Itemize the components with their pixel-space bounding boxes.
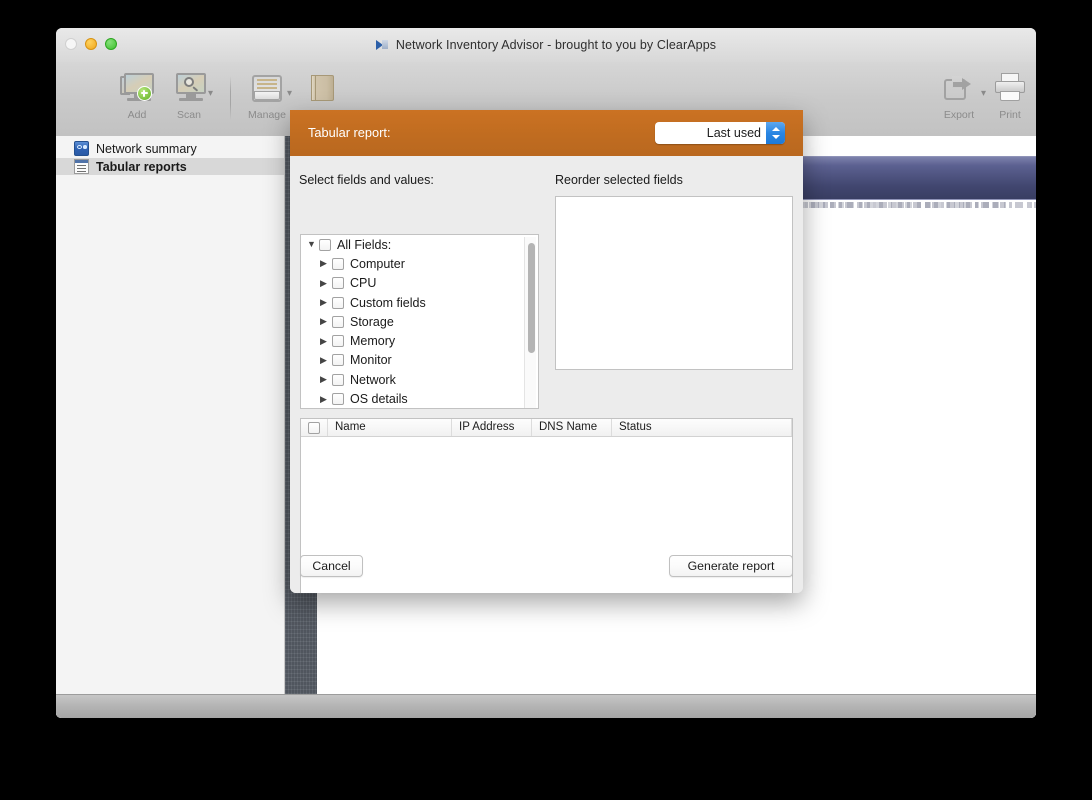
field-checkbox[interactable] — [332, 335, 344, 348]
disclosure-triangle-right-icon[interactable]: ▶ — [320, 259, 332, 268]
window-title: Network Inventory Advisor - brought to y… — [395, 38, 717, 52]
toolbar-label-manage: Manage — [248, 109, 286, 121]
field-label: Storage — [350, 314, 394, 329]
field-tree-row[interactable]: ▶ Memory — [301, 331, 538, 350]
toolbar-label-print: Print — [999, 109, 1021, 121]
results-table-header: Name IP Address DNS Name Status — [301, 419, 792, 437]
field-tree-row[interactable]: ▼ All Fields: — [301, 235, 538, 254]
field-label: CPU — [350, 276, 377, 291]
reorder-fields-label: Reorder selected fields — [555, 173, 683, 187]
sidebar-label-tabular-reports: Tabular reports — [96, 159, 187, 174]
minimize-button[interactable] — [85, 38, 97, 50]
field-tree-row[interactable]: ▶ Network — [301, 370, 538, 389]
report-preset-select[interactable]: Last used — [655, 122, 785, 144]
window-footer-bar — [56, 694, 1036, 718]
field-label: Computer — [350, 256, 405, 271]
toolbar-label-scan: Scan — [177, 109, 201, 121]
results-table-select-all-header[interactable] — [301, 419, 328, 436]
field-checkbox[interactable] — [332, 373, 344, 386]
field-tree-row[interactable]: ▶ Storage — [301, 312, 538, 331]
sidebar-item-network-summary[interactable]: Network summary — [56, 140, 284, 157]
toolbar-label-export: Export — [943, 109, 975, 121]
screen: Network Inventory Advisor - brought to y… — [0, 0, 1092, 800]
field-checkbox[interactable] — [332, 393, 344, 406]
disclosure-triangle-right-icon[interactable]: ▶ — [320, 298, 332, 307]
window-titlebar: Network Inventory Advisor - brought to y… — [56, 28, 1036, 63]
field-tree-row[interactable]: ▶ Monitor — [301, 351, 538, 370]
printer-icon — [994, 73, 1026, 103]
toolbar-button-export[interactable]: Export — [932, 66, 986, 121]
cancel-button[interactable]: Cancel — [300, 555, 363, 577]
network-summary-icon — [74, 141, 89, 156]
field-tree-row[interactable]: ▶ Custom fields — [301, 293, 538, 312]
export-icon — [944, 74, 974, 102]
close-button[interactable] — [65, 38, 77, 50]
select-all-checkbox[interactable] — [308, 421, 320, 434]
window-title-group: Network Inventory Advisor - brought to y… — [56, 28, 1036, 62]
disclosure-triangle-right-icon[interactable]: ▶ — [320, 394, 332, 404]
field-tree-scrollbar-thumb[interactable] — [527, 243, 535, 353]
field-checkbox[interactable] — [332, 257, 344, 270]
field-checkbox[interactable] — [332, 354, 344, 367]
sidebar-label-network-summary: Network summary — [96, 141, 197, 156]
results-table-column-header[interactable]: DNS Name — [532, 419, 612, 436]
sidebar-item-tabular-reports[interactable]: Tabular reports — [56, 158, 284, 175]
flag-icon — [375, 39, 389, 51]
field-checkbox[interactable] — [332, 315, 344, 328]
field-tree-row[interactable]: ▶ Computer — [301, 254, 538, 273]
disclosure-triangle-right-icon[interactable]: ▶ — [320, 375, 332, 384]
sidebar: Network summary Tabular reports — [56, 136, 285, 718]
manage-drawer-icon — [251, 73, 283, 103]
field-tree-row[interactable]: ▶ OS details — [301, 389, 538, 408]
toolbar-button-manage[interactable]: Manage — [240, 66, 294, 121]
field-label: Custom fields — [350, 295, 426, 310]
results-table-column-header[interactable]: Status — [612, 419, 792, 436]
chevron-down-icon-manage[interactable]: ▾ — [287, 88, 292, 99]
disclosure-triangle-right-icon[interactable]: ▶ — [320, 336, 332, 346]
field-tree-rows: ▼ All Fields: ▶ Computer ▶ CPU ▶ Custom fields ▶… — [301, 235, 538, 408]
field-tree-row[interactable]: ▶ CPU — [301, 274, 538, 293]
toolbar-label-add: Add — [127, 109, 147, 121]
field-label: All Fields: — [337, 237, 392, 252]
stepper-arrows-icon[interactable] — [766, 122, 785, 144]
field-label: Network — [350, 372, 396, 387]
disclosure-triangle-down-icon[interactable]: ▼ — [307, 240, 319, 249]
add-computer-icon — [120, 73, 154, 103]
disclosure-triangle-right-icon[interactable]: ▶ — [320, 317, 332, 326]
report-preset-value: Last used — [706, 126, 761, 140]
field-label: Memory — [350, 334, 396, 349]
reorder-fields-list[interactable] — [555, 196, 793, 370]
select-fields-label: Select fields and values: — [299, 173, 434, 187]
toolbar-separator — [230, 76, 231, 120]
scan-computer-icon — [172, 73, 206, 103]
field-checkbox[interactable] — [332, 296, 344, 309]
tabular-reports-icon — [74, 159, 89, 174]
dialog-title: Tabular report: — [308, 125, 391, 140]
field-tree-list[interactable]: ▼ All Fields: ▶ Computer ▶ CPU ▶ Custom fields ▶… — [300, 234, 539, 409]
disclosure-triangle-right-icon[interactable]: ▶ — [320, 278, 332, 288]
toolbar-button-print[interactable]: Print — [983, 66, 1036, 121]
generate-report-button[interactable]: Generate report — [669, 555, 793, 577]
field-label: OS details — [350, 392, 408, 407]
dialog-header: Tabular report: Last used — [290, 110, 803, 156]
chevron-down-icon-scan[interactable]: ▾ — [208, 88, 213, 99]
field-label: Monitor — [350, 353, 392, 368]
disclosure-triangle-right-icon[interactable]: ▶ — [320, 355, 332, 365]
field-checkbox[interactable] — [319, 238, 331, 251]
maximize-button[interactable] — [105, 38, 117, 50]
dialog-footer: Cancel Generate report — [290, 548, 803, 593]
report-book-icon — [308, 73, 336, 103]
results-table-column-header[interactable]: IP Address — [452, 419, 532, 436]
tabular-report-dialog: Tabular report: Last used Select fields … — [290, 110, 803, 593]
results-table-column-header[interactable]: Name — [328, 419, 452, 436]
field-tree-scrollbar[interactable] — [524, 237, 536, 408]
dialog-body: Select fields and values: Reorder select… — [290, 156, 803, 593]
field-checkbox[interactable] — [332, 277, 344, 290]
toolbar-button-add[interactable]: Add — [110, 66, 164, 121]
